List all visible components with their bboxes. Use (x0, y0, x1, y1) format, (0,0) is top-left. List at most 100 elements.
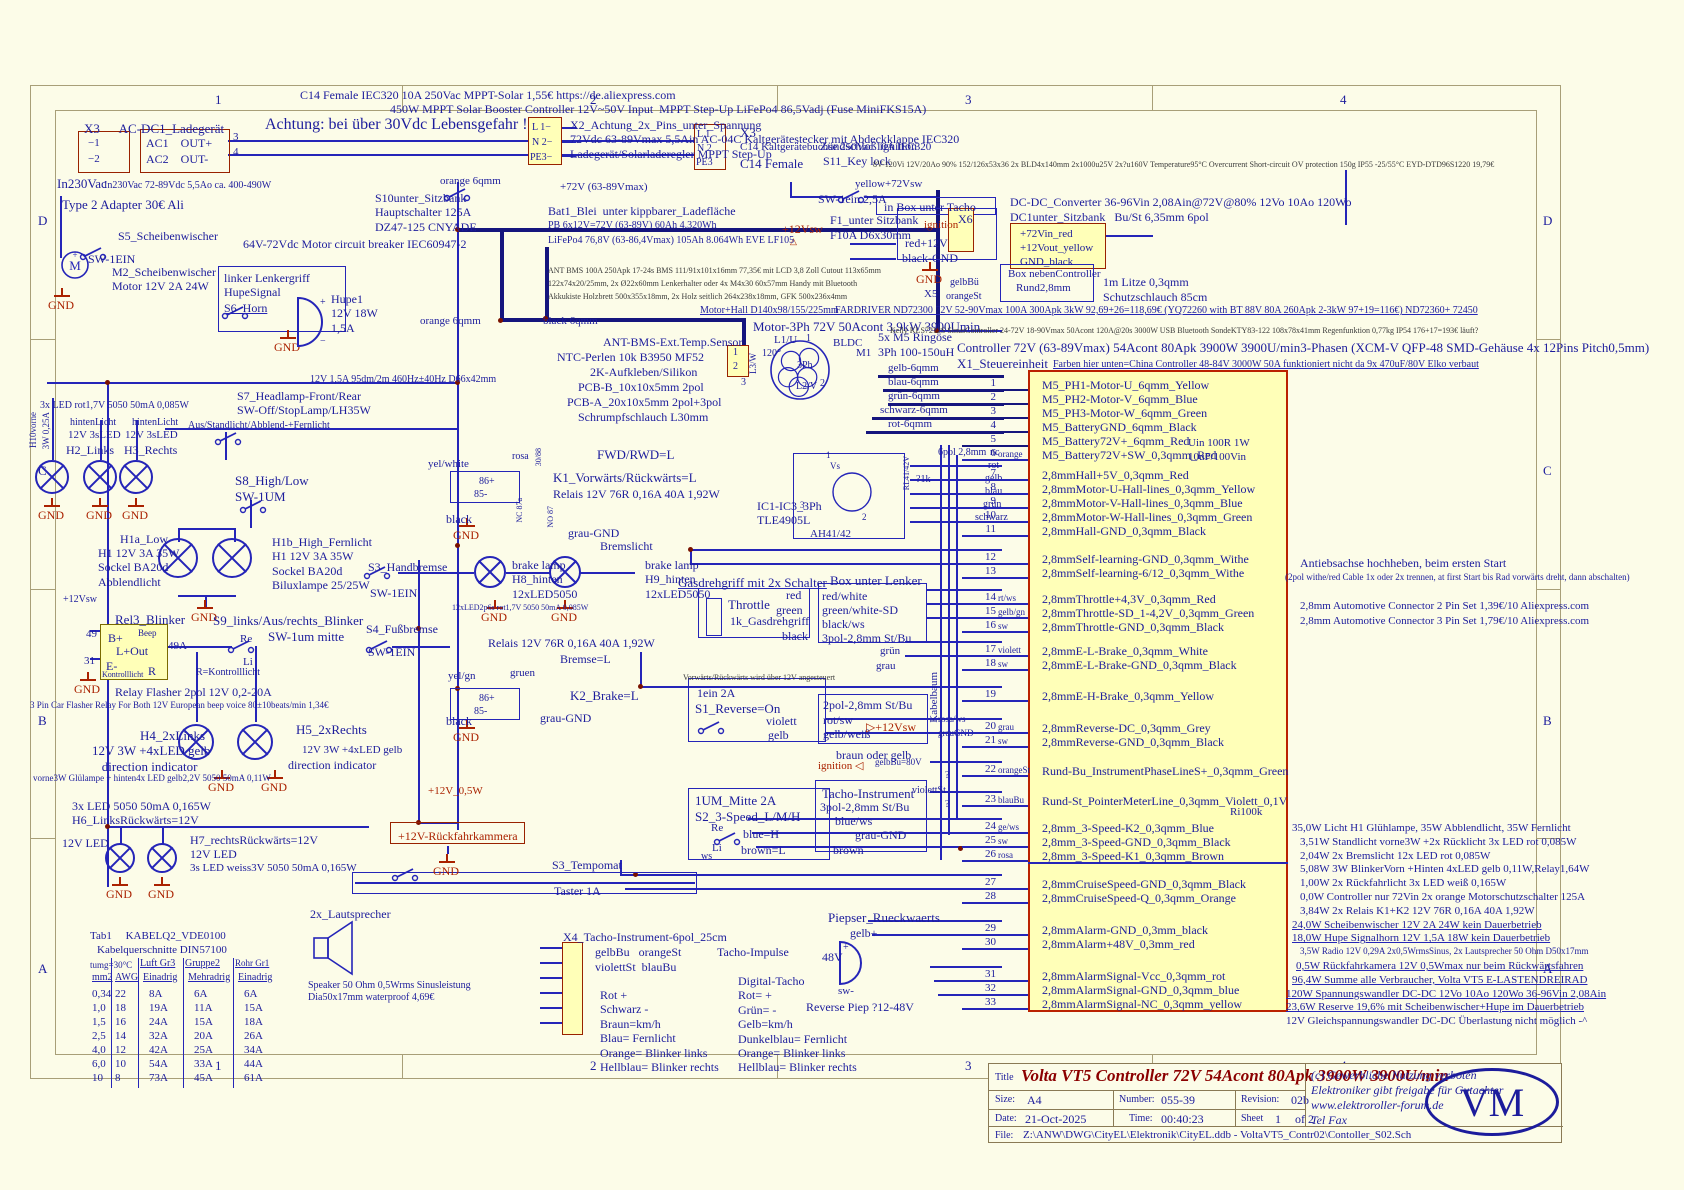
schematic-label: gelb/weiß (823, 727, 870, 741)
table-cell: 61A (244, 1072, 263, 1085)
schematic-label: red/white (822, 589, 867, 603)
schematic-label: grau (876, 660, 896, 673)
schematic-label: ? (945, 799, 949, 811)
ground-label: GND (74, 682, 100, 696)
lamp-icon[interactable] (83, 460, 117, 494)
schematic-label: 12V 3W +4xLED gelb (302, 744, 402, 757)
speaker-icon[interactable] (312, 920, 358, 976)
wire (540, 977, 562, 979)
frame-column-label: 3 (965, 92, 972, 108)
schematic-label: In230Vac (57, 176, 107, 192)
x1-pin-label: 2,8mmAlarm+48V_0,3mm_red (1042, 937, 1195, 951)
table-header: Gruppe2 (185, 958, 220, 970)
schematic-label: gelbBu orangeSt (595, 945, 681, 959)
x1-pin-stub (962, 860, 1028, 862)
power-line: 0,5W Rückfahrkamera 12V 0,5Wmax nur beim… (1296, 960, 1583, 973)
lamp-icon[interactable] (105, 843, 135, 873)
schematic-label: K1_Vorwärts/Rückwärts=L (553, 470, 697, 486)
schematic-label: L2/V (796, 381, 817, 393)
schematic-label: Zündschloß ignition (820, 139, 917, 153)
schematic-label: Rot + Schwarz - Braun=km/h Blau= Fernlic… (600, 988, 719, 1074)
schematic-label: 3Ph 100-150uH (878, 345, 954, 359)
schematic-label: grau-GND (540, 711, 591, 725)
schematic-label: linker Lenkergriff HupeSignal (224, 271, 310, 300)
component-box[interactable] (562, 942, 583, 1035)
component-box[interactable] (706, 598, 722, 636)
lamp-icon[interactable] (237, 724, 273, 760)
schematic-label: SW-1um mitte (268, 629, 344, 645)
schematic-label: M1 (856, 347, 871, 360)
schematic-label: 85- (474, 706, 487, 718)
x1-pin-label: 2,8mmAlarmSignal-NC_0,3qmm_yellow (1042, 997, 1242, 1011)
schematic-label: AH41/42 (810, 528, 851, 541)
frame-row-label: B (1543, 713, 1552, 729)
schematic-label: orange 6qmm (440, 175, 501, 188)
frame-border (1152, 85, 1153, 110)
wire (540, 992, 562, 994)
schematic-label: black (446, 512, 472, 526)
x1-pin-stub (962, 948, 1028, 950)
component-box[interactable] (78, 131, 130, 173)
switch-icon[interactable] (698, 721, 724, 735)
wire-junction (455, 543, 460, 548)
table-cell: 10 (92, 1072, 103, 1085)
ground-label: GND (48, 298, 74, 312)
x1-pin-color-label: ge/ws (998, 822, 1019, 833)
schematic-label: Re (240, 633, 252, 646)
sheet-label: Sheet (1241, 1113, 1263, 1125)
schematic-label: S6_Horn (224, 301, 267, 315)
schematic-label: 2 (733, 361, 738, 373)
wire (850, 243, 896, 245)
x1-pin-label: 2,8mmThrottle-SD_1-4,2V_0,3qmm_Green (1042, 606, 1254, 620)
table-separator (183, 958, 184, 1088)
schematic-label: S8_High/Low SW-1UM (235, 473, 309, 504)
horn-icon[interactable] (296, 296, 332, 348)
x1-pin-stub (962, 577, 1028, 579)
lamp-icon[interactable] (474, 556, 506, 588)
schematic-label: 12xLED2p6s rot1,7V 5050 50mA 0,085W (452, 603, 588, 613)
schematic-label: blue=H (743, 827, 779, 841)
wire-junction (688, 547, 693, 552)
ground-label: GND (148, 887, 174, 901)
schematic-label: +12V_0,5W (428, 785, 483, 798)
switch-icon[interactable] (215, 432, 241, 446)
schematic-label: 30/88 (534, 448, 544, 466)
schematic-label: 12V LED (62, 836, 109, 850)
schematic-label: yel/gn (448, 670, 476, 683)
x1-pin-label: M5_BatteryGND_6qmm_Black (1042, 420, 1197, 434)
lamp-icon[interactable] (119, 460, 153, 494)
svg-text:M: M (69, 258, 81, 273)
hall-sensor-icon[interactable] (832, 472, 872, 512)
schematic-label: red (786, 588, 801, 602)
schematic-label: Motor+Hall D140x98/155/225mm (700, 305, 839, 317)
schematic-label: 48V (822, 950, 843, 964)
table-separator (138, 958, 139, 1088)
schematic-label: H7_rechtsRückwärts=12V 12V LED (190, 833, 318, 862)
schematic-label: Piepser_Rueckwaerts (828, 910, 940, 926)
frame-border (30, 838, 55, 839)
schematic-label: − (320, 336, 326, 348)
lamp-icon[interactable] (35, 460, 69, 494)
x1-pin-label: 2,8mmAlarm-GND_0,3mm_black (1042, 923, 1208, 937)
table-header: Luft Gr3 (140, 958, 175, 970)
lamp-icon[interactable] (212, 538, 252, 578)
component-box[interactable] (727, 345, 749, 377)
power-line: 24,0W Scheibenwischer 12V 2A 24W kein Da… (1292, 919, 1542, 932)
schematic-label: violettSt (912, 785, 946, 797)
schematic-label: Rund2,8mm (1016, 282, 1071, 295)
table-cell: 6,0 (92, 1058, 106, 1071)
schematic-label: 2 (862, 512, 867, 523)
ground-label: GND (916, 272, 942, 286)
switch-icon[interactable] (392, 868, 418, 882)
motor-icon[interactable]: M+ (61, 251, 89, 279)
schematic-canvas: 11223344DDCCBBAA GNDGNDGNDGNDGNDGNDGNDGN… (0, 0, 1684, 1190)
schematic-label: vorne3W Glülampe + hinten4x LED gelb2,2V… (33, 773, 271, 784)
schematic-label: K2_Brake=L (570, 688, 639, 704)
schematic-label: PE3 (696, 157, 713, 169)
lamp-icon[interactable] (147, 843, 177, 873)
schematic-label: −2 (88, 153, 100, 166)
schematic-label: 2K-Aufkleben/Silikon (590, 365, 697, 379)
schematic-label: Schutzschlauch 85cm (1103, 290, 1207, 304)
x1-pin-stub (962, 902, 1028, 904)
file-label: File: (995, 1130, 1013, 1142)
